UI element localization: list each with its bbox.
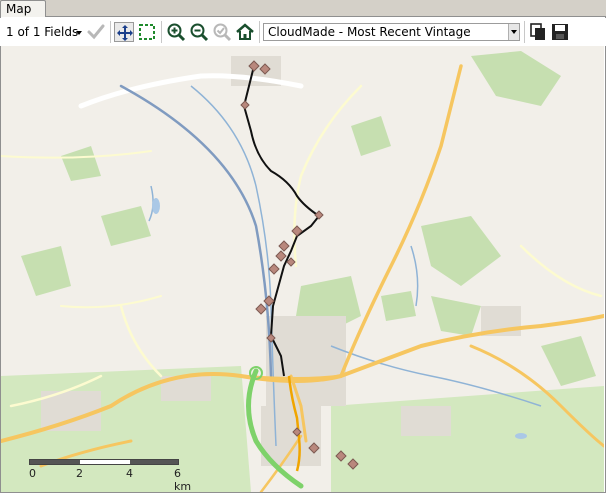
scale-bar-graphic — [29, 459, 179, 465]
home-icon[interactable] — [235, 22, 255, 42]
field-selector[interactable]: 1 of 1 Fields — [6, 25, 78, 39]
field-selector-dropdown-icon[interactable] — [76, 31, 82, 35]
tab-strip: Map — [0, 0, 606, 18]
copy-icon[interactable] — [528, 22, 548, 42]
checkmark-icon[interactable] — [86, 22, 106, 42]
tab-map[interactable]: Map — [0, 0, 46, 18]
map-scale-bar: 0 2 4 6 km — [29, 459, 199, 492]
toolbar-separator — [161, 21, 162, 43]
tile-source-value: CloudMade - Most Recent Vintage — [268, 25, 471, 39]
zoom-out-icon[interactable] — [189, 22, 209, 42]
zoom-in-icon[interactable] — [166, 22, 186, 42]
toolbar-separator — [259, 21, 260, 43]
tile-source-dropdown-icon[interactable] — [508, 24, 519, 40]
map-tiles — [1, 46, 604, 492]
map-toolbar: 1 of 1 Fields CloudMade - Most Recent Vi… — [0, 18, 606, 46]
map-canvas[interactable]: 0 2 4 6 km — [1, 46, 604, 492]
toolbar-separator — [110, 21, 111, 43]
pan-icon[interactable] — [114, 22, 134, 42]
scale-tick-label: 2 — [76, 467, 83, 480]
tile-source-select[interactable]: CloudMade - Most Recent Vintage — [263, 23, 520, 41]
scale-tick-label: 0 — [29, 467, 36, 480]
map-window: Map 1 of 1 Fields CloudMade - Most Recen… — [0, 0, 606, 493]
scale-tick-label: 6 km — [174, 467, 192, 492]
select-icon[interactable] — [137, 22, 157, 42]
scale-tick-label: 4 — [126, 467, 133, 480]
toolbar-separator — [524, 21, 525, 43]
zoom-selection-icon[interactable] — [212, 22, 232, 42]
save-icon[interactable] — [550, 22, 570, 42]
